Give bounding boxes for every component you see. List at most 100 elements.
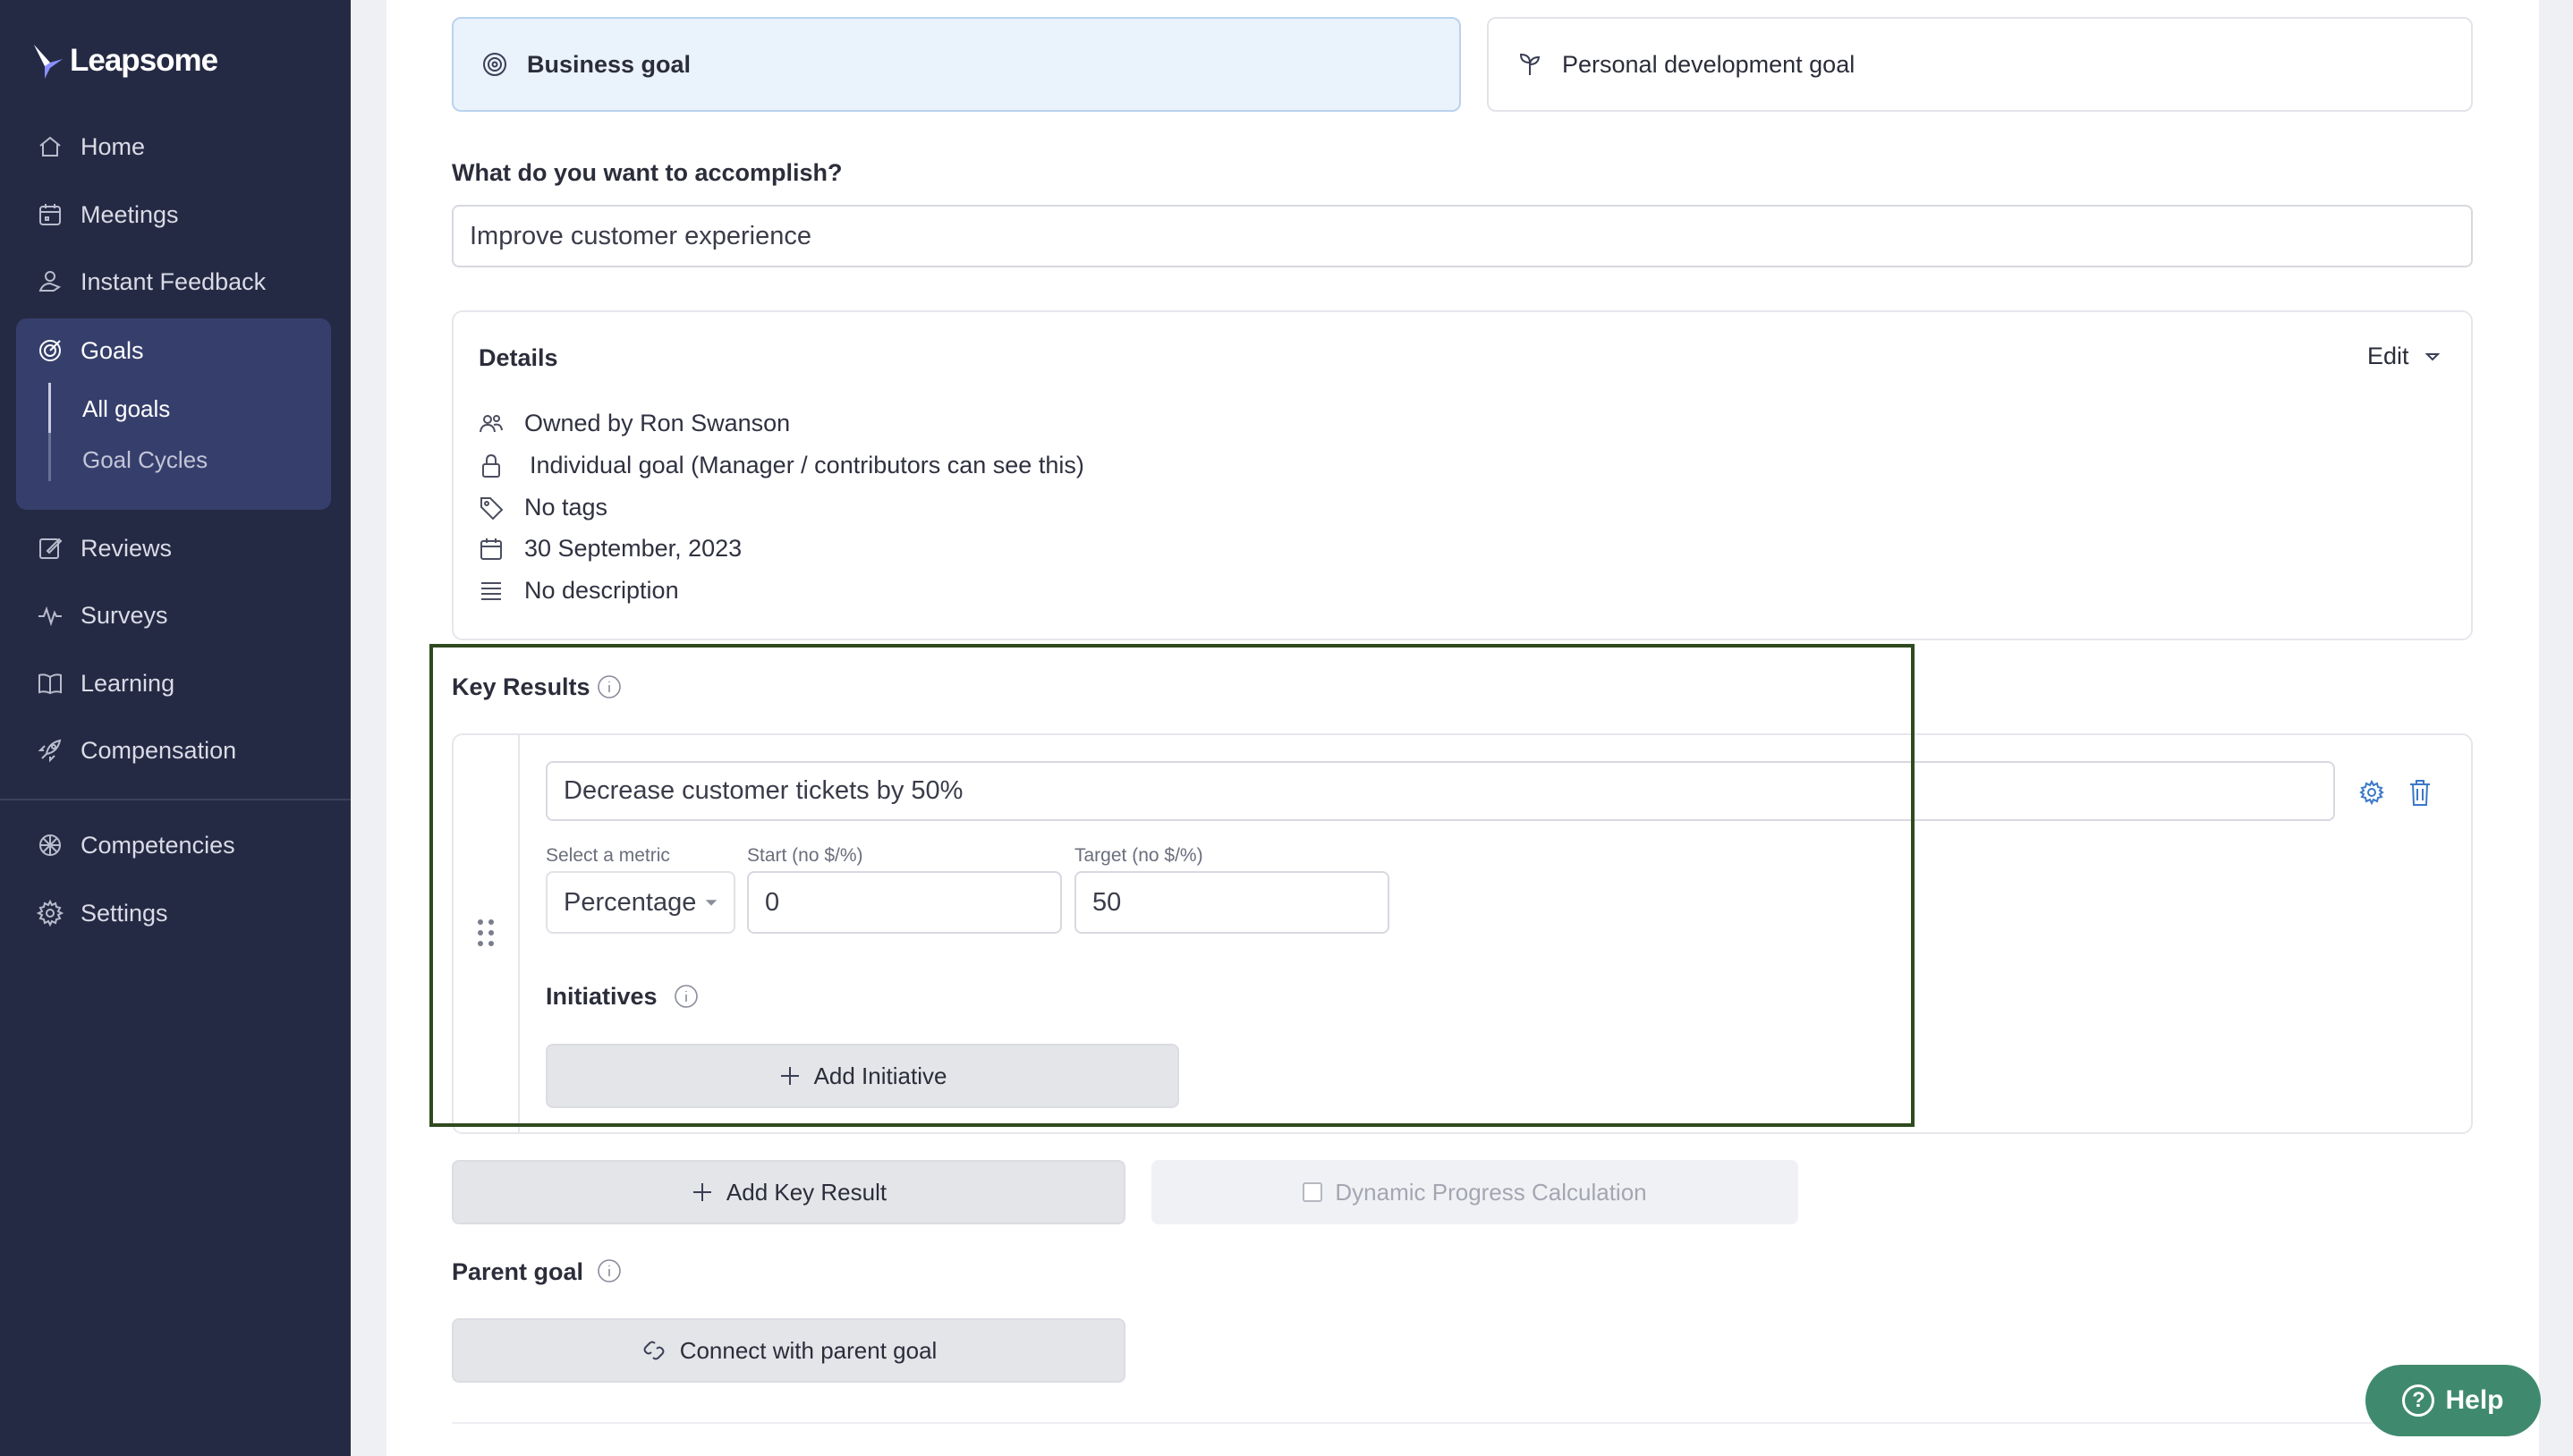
question-icon: ?	[2402, 1384, 2435, 1417]
sidebar-item-instant-feedback[interactable]: Instant Feedback	[36, 267, 266, 296]
tag-icon	[480, 496, 504, 520]
sidebar-item-label: Surveys	[81, 601, 168, 629]
section-divider	[452, 1422, 2473, 1424]
metric-select[interactable]: Percentage	[546, 871, 735, 934]
trash-icon	[2410, 780, 2430, 806]
goal-type-business-label: Business goal	[527, 50, 692, 78]
feedback-icon	[38, 271, 62, 292]
lock-icon	[482, 453, 500, 478]
dynamic-progress-label: Dynamic Progress Calculation	[1335, 1178, 1647, 1206]
sidebar-subitem-goal-cycles[interactable]: Goal Cycles	[82, 446, 208, 474]
details-description: No description	[524, 577, 679, 604]
caret-down-icon	[705, 900, 718, 906]
add-initiative-button[interactable]: Add Initiative	[546, 1044, 1179, 1108]
start-value-input[interactable]	[747, 871, 1062, 934]
details-edit-button[interactable]: Edit	[2367, 343, 2441, 370]
book-icon	[38, 673, 62, 695]
details-owner-row: Owned by Ron Swanson	[478, 410, 790, 437]
compass-icon	[39, 834, 61, 856]
home-icon	[39, 136, 61, 157]
plus-icon	[780, 1067, 799, 1085]
key-results-info-icon[interactable]	[596, 673, 623, 700]
brand-name: Leapsome	[70, 43, 218, 78]
add-initiative-label: Add Initiative	[813, 1062, 947, 1089]
sidebar-item-meetings[interactable]: Meetings	[36, 200, 179, 229]
details-visibility: Individual goal (Manager / contributors …	[530, 452, 1084, 478]
dynamic-progress-toggle[interactable]: Dynamic Progress Calculation	[1151, 1160, 1798, 1224]
target-label: Target (no $/%)	[1074, 845, 1203, 866]
link-icon	[643, 1341, 665, 1360]
connect-parent-goal-button[interactable]: Connect with parent goal	[452, 1318, 1125, 1383]
goal-type-personal[interactable]: Personal development goal	[1487, 17, 2473, 112]
key-result-name-input[interactable]	[546, 761, 2335, 821]
sidebar-item-goals[interactable]: Goals	[36, 336, 144, 365]
plus-icon	[692, 1183, 711, 1201]
users-icon	[480, 414, 503, 432]
calendar-icon	[39, 204, 61, 225]
key-results-title: Key Results	[452, 673, 590, 700]
sidebar-item-home[interactable]: Home	[36, 132, 145, 161]
chevron-down-icon	[2424, 352, 2440, 360]
details-date: 30 September, 2023	[524, 535, 743, 562]
goal-type-personal-label: Personal development goal	[1562, 50, 1855, 78]
details-edit-label: Edit	[2367, 343, 2409, 369]
sidebar-item-label: Meetings	[81, 200, 179, 228]
details-owner: Owned by Ron Swanson	[524, 410, 791, 436]
sidebar: Leapsome Home Meetings Instant Feedback …	[0, 0, 351, 1456]
details-title: Details	[479, 344, 558, 371]
metric-select-value: Percentage	[564, 887, 697, 917]
details-visibility-row: Individual goal (Manager / contributors …	[478, 452, 1084, 479]
help-label: Help	[2445, 1385, 2504, 1415]
goal-title-input[interactable]	[452, 205, 2473, 267]
sidebar-item-settings[interactable]: Settings	[36, 899, 168, 927]
drag-handle-icon[interactable]	[475, 918, 497, 948]
accomplish-label: What do you want to accomplish?	[452, 159, 843, 186]
sidebar-item-label: Competencies	[81, 831, 235, 859]
details-date-row: 30 September, 2023	[478, 535, 742, 563]
details-tags: No tags	[524, 494, 608, 521]
pulse-icon	[38, 605, 62, 627]
start-label: Start (no $/%)	[747, 845, 863, 866]
sidebar-item-label: Instant Feedback	[81, 267, 267, 295]
add-key-result-button[interactable]: Add Key Result	[452, 1160, 1125, 1224]
goal-type-business[interactable]: Business goal	[452, 17, 1461, 112]
target-icon	[39, 340, 61, 361]
goals-subnav-active-indicator	[48, 383, 51, 433]
text-lines-icon	[481, 581, 501, 600]
gear-icon	[2359, 779, 2384, 806]
sidebar-item-label: Goals	[81, 336, 144, 364]
parent-goal-info-icon[interactable]	[596, 1257, 623, 1284]
edit-icon	[39, 538, 63, 559]
dynamic-progress-checkbox[interactable]	[1303, 1182, 1323, 1202]
details-tags-row: No tags	[478, 494, 607, 521]
add-key-result-label: Add Key Result	[726, 1178, 887, 1206]
sprout-icon	[1519, 53, 1541, 75]
help-button[interactable]: ? Help	[2365, 1365, 2541, 1436]
leapsome-bird-icon	[34, 45, 63, 79]
initiatives-info-icon[interactable]	[673, 983, 700, 1010]
metric-label: Select a metric	[546, 845, 670, 866]
gear-icon	[36, 899, 64, 927]
sidebar-subitem-all-goals[interactable]: All goals	[82, 395, 170, 423]
calendar-icon	[480, 538, 502, 560]
target-value-input[interactable]	[1074, 871, 1389, 934]
sidebar-item-reviews[interactable]: Reviews	[36, 534, 172, 563]
details-description-row: No description	[478, 577, 679, 605]
sidebar-item-surveys[interactable]: Surveys	[36, 601, 168, 630]
target-icon	[483, 53, 506, 76]
connect-parent-goal-label: Connect with parent goal	[679, 1336, 938, 1364]
sidebar-item-learning[interactable]: Learning	[36, 669, 174, 698]
sidebar-item-compensation[interactable]: Compensation	[36, 736, 236, 765]
sidebar-item-competencies[interactable]: Competencies	[36, 831, 235, 859]
parent-goal-title: Parent goal	[452, 1258, 584, 1285]
sidebar-item-label: Compensation	[81, 736, 237, 764]
sidebar-item-label: Settings	[81, 899, 168, 927]
leapsome-logo[interactable]: Leapsome	[32, 41, 218, 80]
sidebar-item-label: Learning	[81, 669, 175, 697]
key-result-delete-button[interactable]	[2407, 777, 2433, 808]
initiatives-title: Initiatives	[546, 983, 658, 1010]
sidebar-divider	[0, 799, 351, 800]
key-result-settings-button[interactable]	[2358, 779, 2385, 806]
rocket-icon	[38, 739, 62, 763]
sidebar-item-label: Reviews	[81, 534, 173, 562]
